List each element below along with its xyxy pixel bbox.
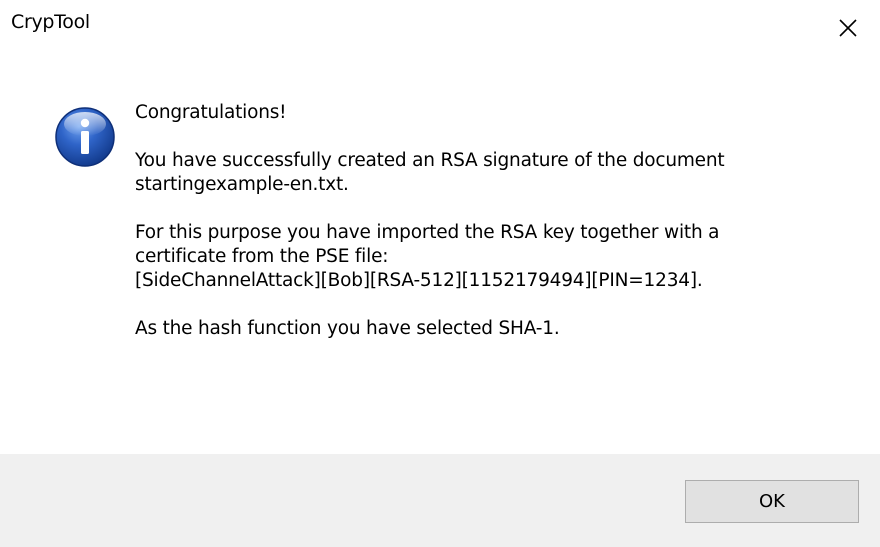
title-bar[interactable]: CrypTool	[0, 0, 880, 56]
message-dialog: CrypTool Congratulations! You have succe…	[0, 0, 880, 547]
info-icon	[55, 107, 115, 167]
message-heading: Congratulations!	[135, 102, 287, 123]
window-title: CrypTool	[11, 11, 90, 33]
message-line: startingexample-en.txt.	[135, 174, 349, 195]
message-line: certificate from the PSE file:	[135, 246, 389, 267]
message-line: As the hash function you have selected S…	[135, 318, 560, 339]
message-line: You have successfully created an RSA sig…	[135, 150, 725, 171]
ok-button[interactable]: OK	[685, 480, 859, 523]
button-bar: OK	[0, 454, 880, 547]
message-paragraph-hash: As the hash function you have selected S…	[135, 317, 855, 341]
message-paragraph-key: For this purpose you have imported the R…	[135, 221, 855, 293]
message-text: Congratulations! You have successfully c…	[135, 101, 855, 341]
message-paragraph-signature: You have successfully created an RSA sig…	[135, 149, 855, 197]
close-button[interactable]	[816, 0, 880, 56]
message-line: [SideChannelAttack][Bob][RSA-512][115217…	[135, 270, 703, 291]
close-icon	[839, 19, 857, 37]
dialog-content: Congratulations! You have successfully c…	[0, 56, 880, 454]
message-line: For this purpose you have imported the R…	[135, 222, 720, 243]
